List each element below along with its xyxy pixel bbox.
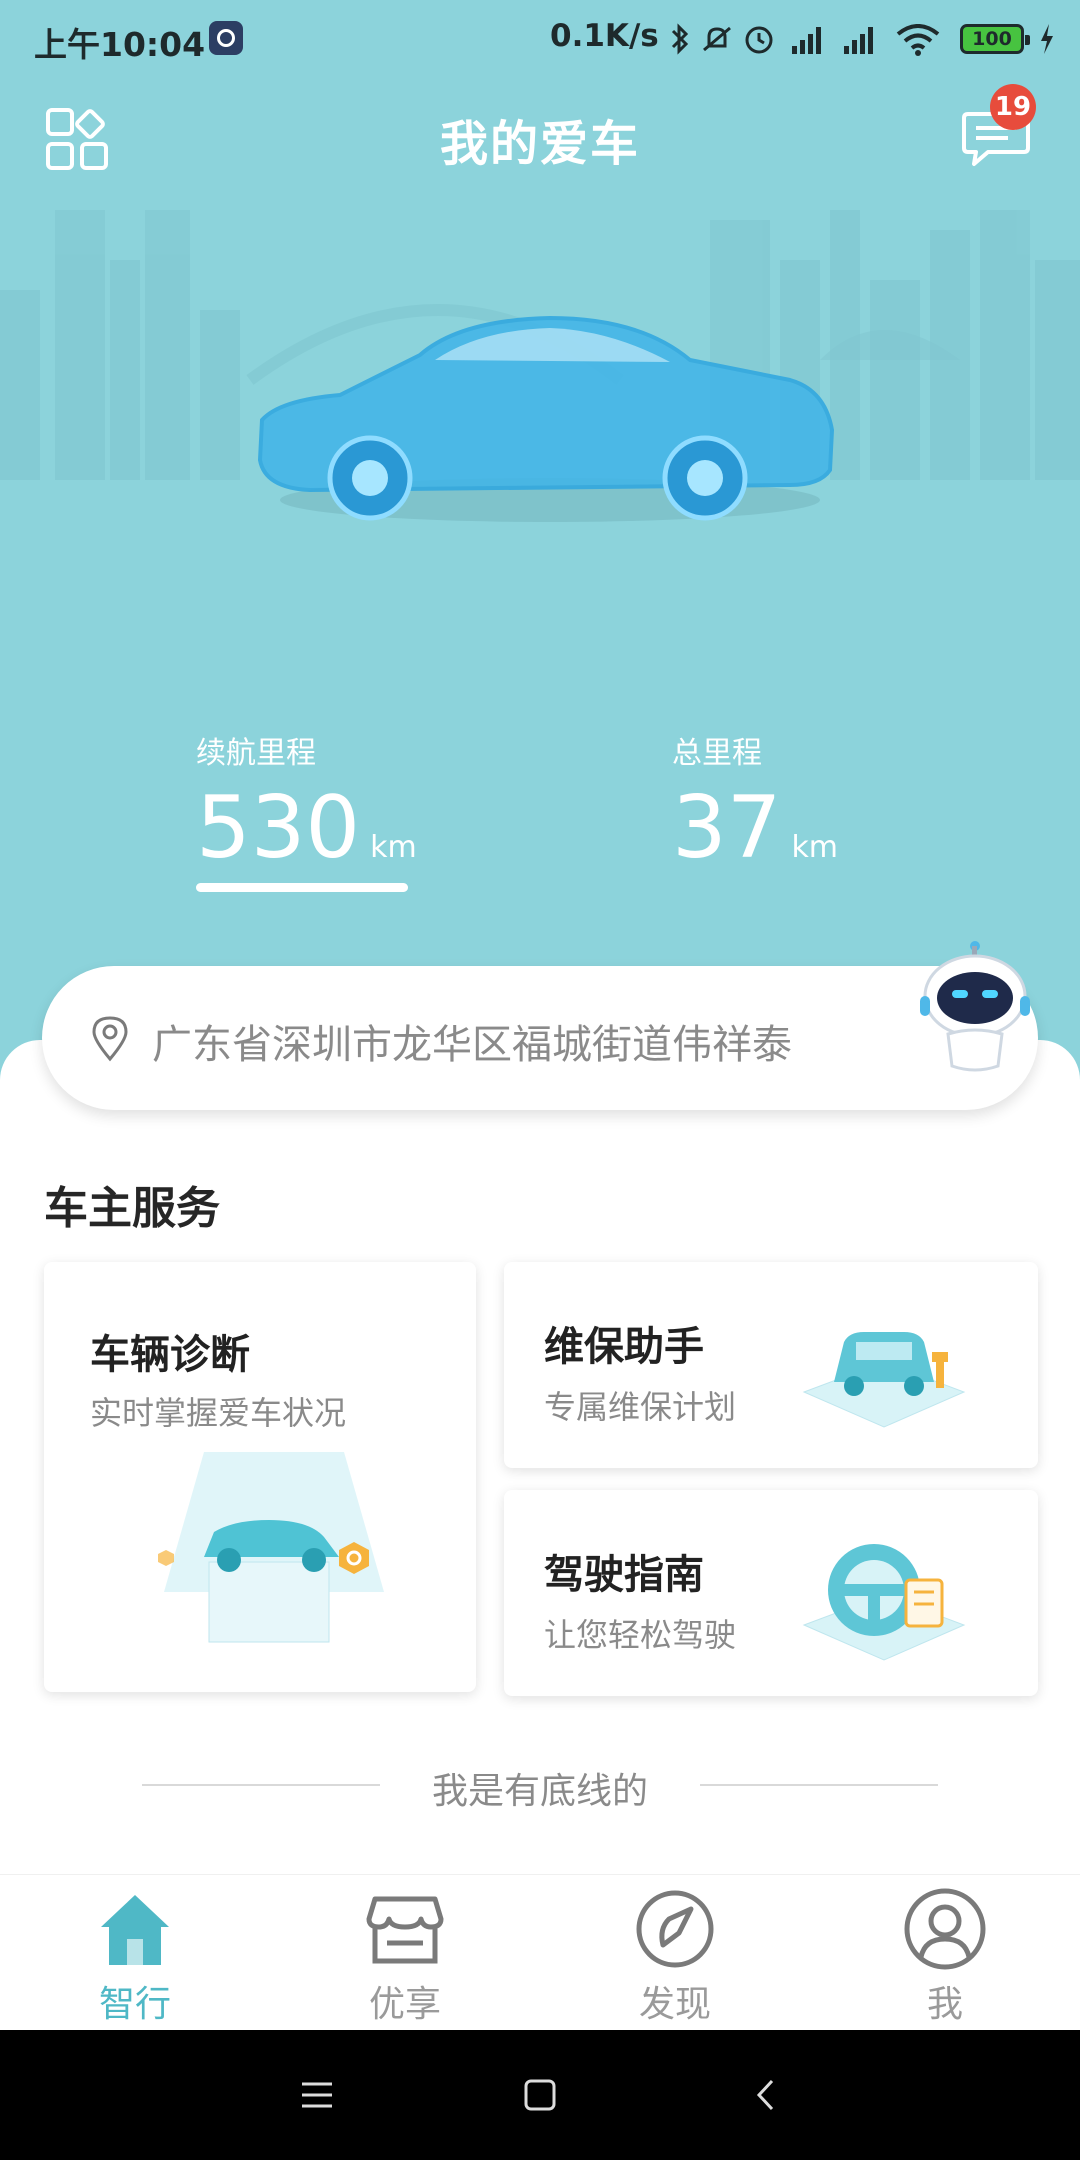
back-icon[interactable] — [754, 2078, 778, 2112]
tab-benefits[interactable]: 优享 — [270, 1875, 540, 2031]
tab-discover-label: 发现 — [638, 1984, 711, 2025]
total-mileage-stat: 总里程 37 km — [672, 728, 838, 896]
driving-guide-title: 驾驶指南 — [544, 1552, 704, 1598]
home-icon — [101, 1895, 169, 1965]
store-icon — [366, 1896, 444, 1964]
tab-me[interactable]: 我 — [810, 1875, 1080, 2031]
battery-icon: 100 — [960, 24, 1030, 54]
mute-icon — [703, 26, 731, 52]
location-pin-icon — [92, 1016, 128, 1062]
incall-app-icon — [209, 21, 243, 55]
profile-icon — [904, 1888, 986, 1970]
alarm-icon — [745, 26, 773, 54]
status-icons: 100 — [670, 20, 1060, 60]
assistant-robot-icon[interactable] — [912, 938, 1038, 1078]
total-mileage-unit: km — [791, 830, 839, 865]
driving-guide-subtitle: 让您轻松驾驶 — [544, 1616, 737, 1654]
status-time: 上午10:04 — [34, 25, 206, 64]
total-mileage-value: 37 — [672, 778, 782, 878]
diagnosis-illustration-icon — [158, 1452, 384, 1643]
tab-discover[interactable]: 发现 — [540, 1875, 810, 2031]
range-value: 530 — [196, 778, 361, 878]
wifi-icon — [896, 24, 940, 56]
range-stat-indicator — [196, 883, 408, 892]
status-bar: 上午10:04 0.1K/s 100 — [0, 0, 1080, 76]
driving-guide-card[interactable]: 驾驶指南 让您轻松驾驶 — [504, 1490, 1038, 1696]
vehicle-diagnosis-card[interactable]: 车辆诊断 实时掌握爱车状况 — [44, 1262, 476, 1692]
recent-apps-icon[interactable] — [300, 2080, 334, 2110]
vehicle-diagnosis-title: 车辆诊断 — [90, 1332, 250, 1378]
tab-me-label: 我 — [926, 1984, 963, 2025]
home-button-icon[interactable] — [523, 2078, 557, 2112]
steering-wheel-illustration-icon — [802, 1544, 966, 1661]
message-badge: 19 — [990, 84, 1036, 130]
total-mileage-label: 总里程 — [672, 736, 762, 771]
network-speed: 0.1K/s — [550, 18, 659, 54]
tab-smart-travel[interactable]: 智行 — [0, 1875, 270, 2031]
maintenance-assistant-card[interactable]: 维保助手 专属维保计划 — [504, 1262, 1038, 1468]
maintenance-illustration-icon — [802, 1332, 966, 1428]
services-section-title: 车主服务 — [44, 1183, 220, 1234]
range-label: 续航里程 — [196, 736, 316, 771]
vehicle-diagnosis-subtitle: 实时掌握爱车状况 — [90, 1394, 347, 1432]
location-bar[interactable]: 广东省深圳市龙华区福城街道伟祥泰 — [42, 966, 1038, 1110]
maintenance-title: 维保助手 — [544, 1324, 704, 1370]
bottom-tab-bar: 智行 优享 发现 我 — [0, 1874, 1080, 2031]
range-stat: 续航里程 530 km — [196, 728, 417, 896]
car-illustration — [257, 315, 835, 522]
charging-icon — [1041, 24, 1053, 54]
maintenance-subtitle: 专属维保计划 — [544, 1388, 737, 1426]
end-of-list-text: 我是有底线的 — [431, 1771, 648, 1812]
system-navigation-bar — [0, 2030, 1080, 2160]
bluetooth-icon — [671, 23, 689, 55]
location-text: 广东省深圳市龙华区福城街道伟祥泰 — [152, 1022, 792, 1068]
signal-hd-icon — [792, 27, 821, 54]
compass-icon — [636, 1890, 714, 1968]
tab-smart-travel-label: 智行 — [98, 1984, 171, 2025]
signal-hd-icon — [844, 27, 873, 54]
range-unit: km — [370, 830, 417, 865]
page-title: 我的爱车 — [439, 116, 640, 172]
tab-benefits-label: 优享 — [368, 1984, 441, 2025]
